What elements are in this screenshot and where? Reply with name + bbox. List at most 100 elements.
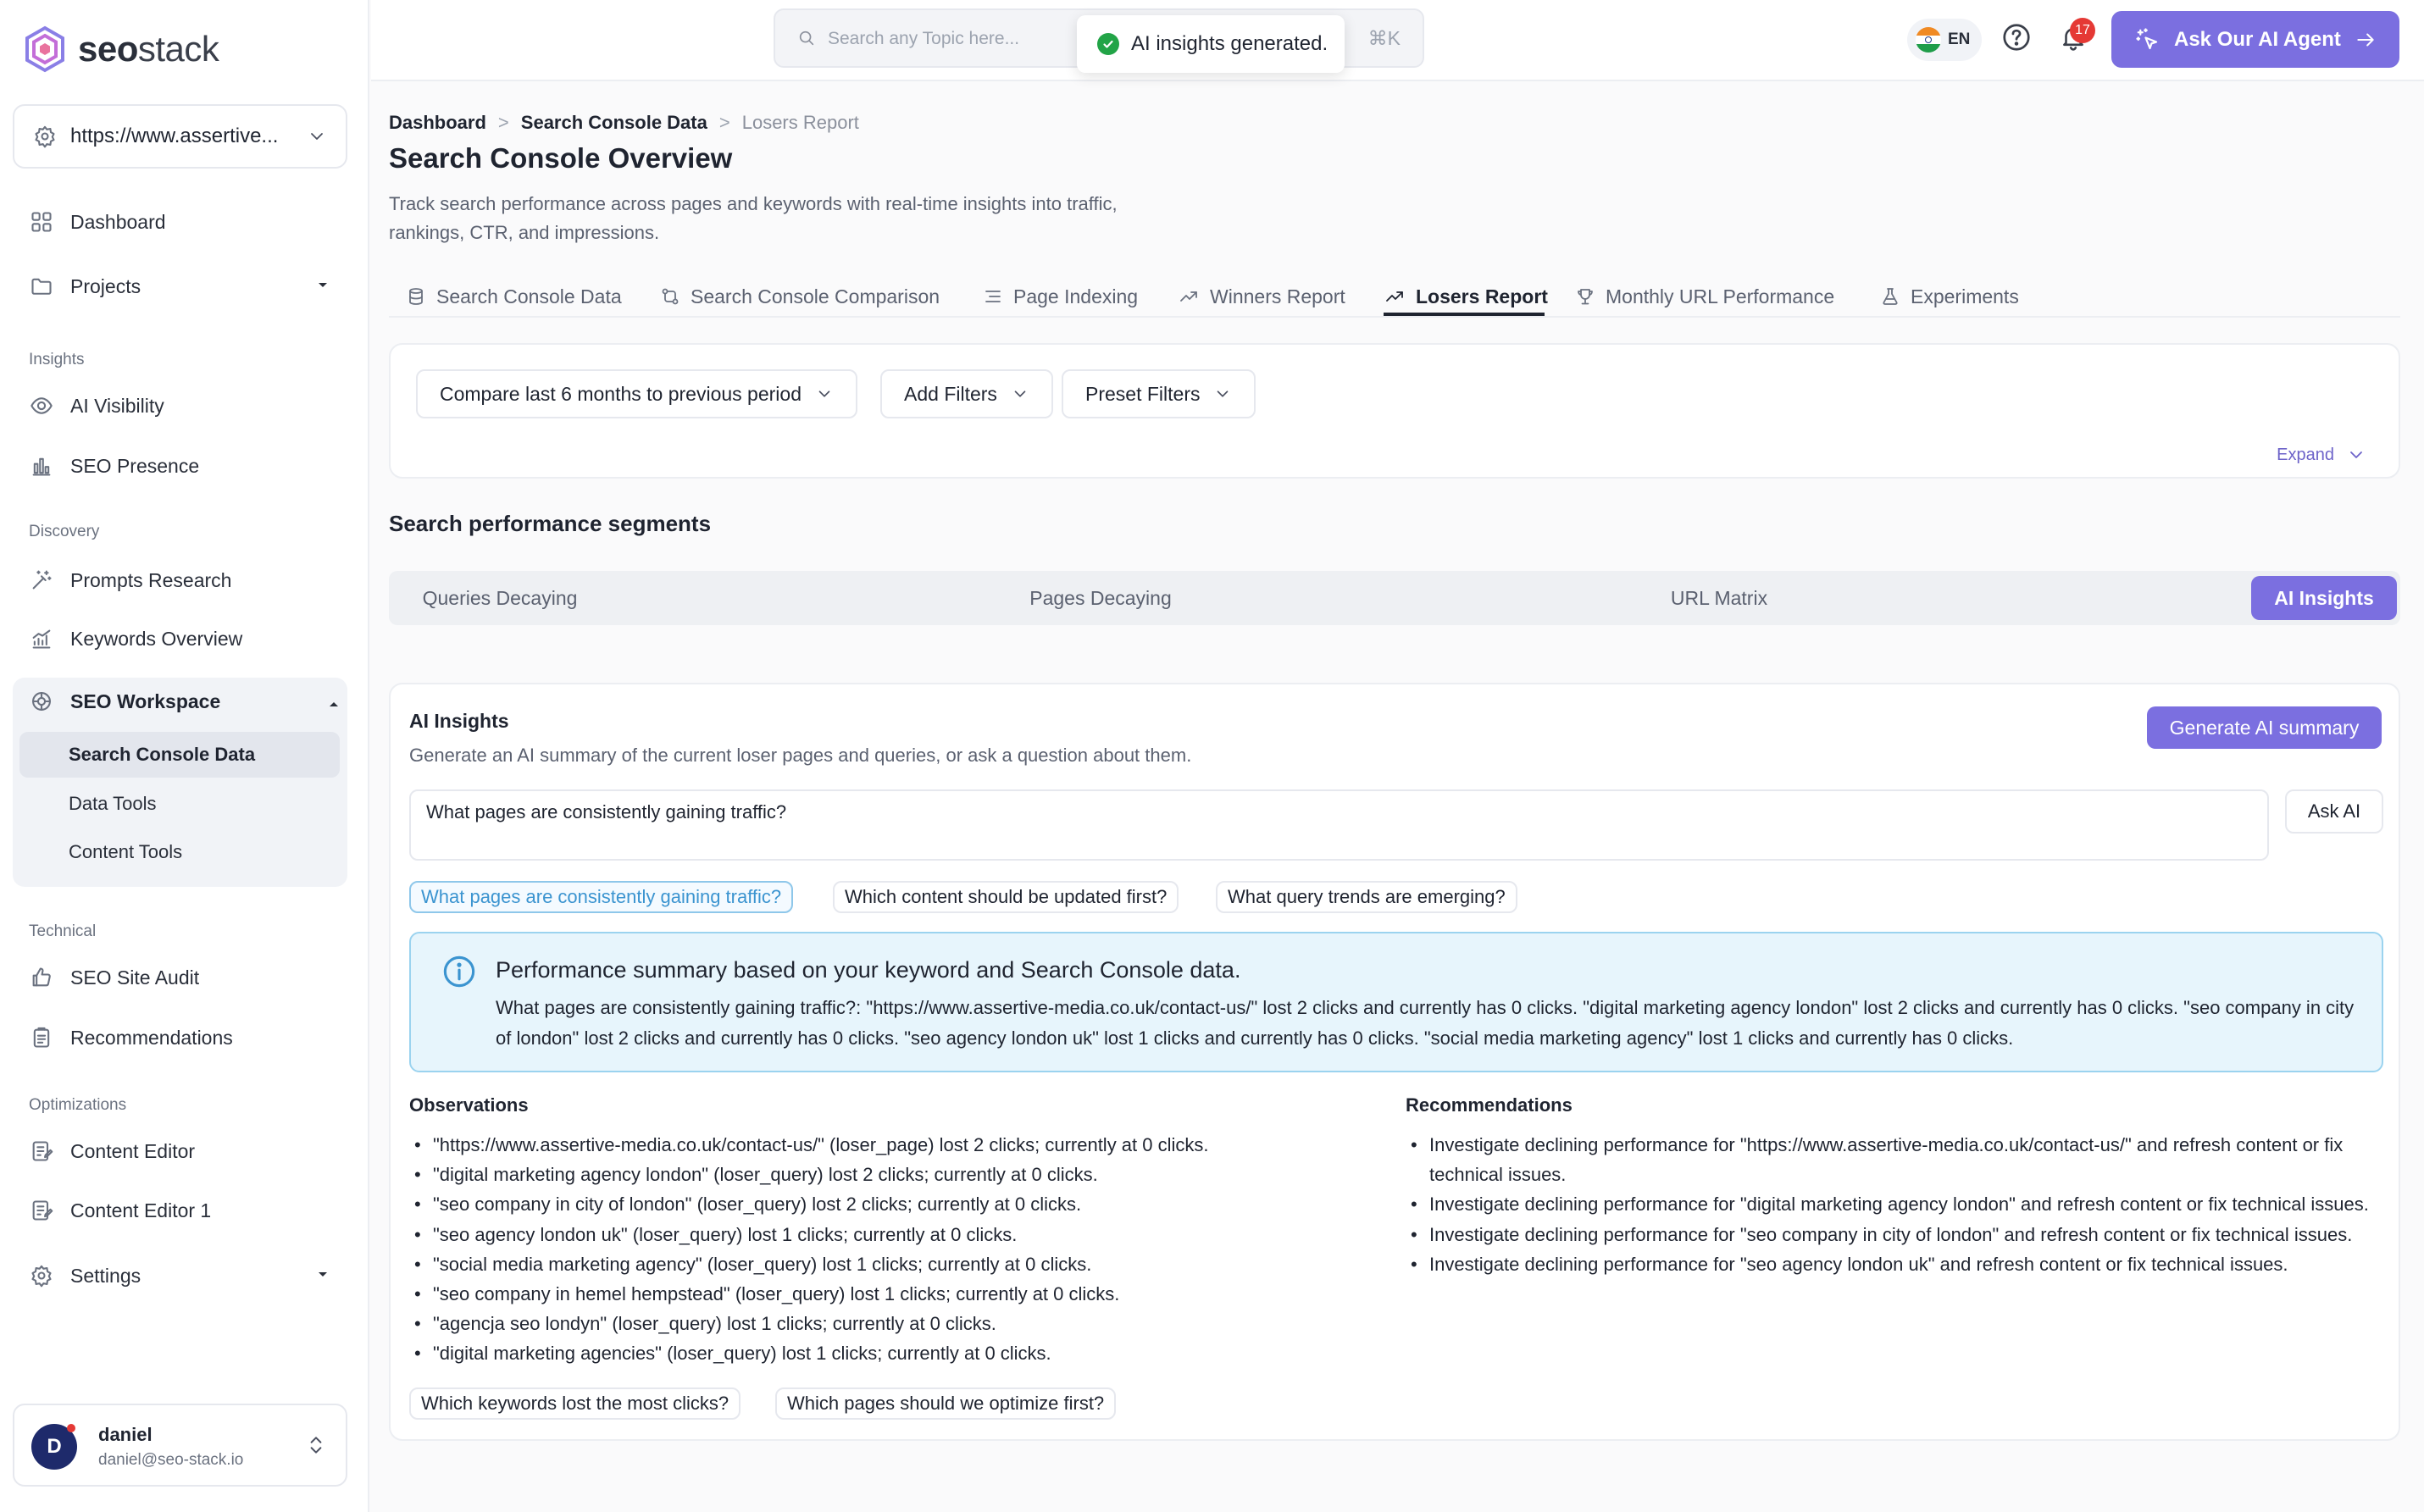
breadcrumb-separator-icon: > <box>497 112 509 133</box>
list-item: "seo company in city of london" (loser_q… <box>409 1189 1367 1219</box>
followup-chip[interactable]: Which pages should we optimize first? <box>775 1387 1117 1420</box>
suggestion-chip[interactable]: What pages are consistently gaining traf… <box>409 881 794 913</box>
sidebar-item-label: SEO Presence <box>70 454 200 477</box>
document-edit-icon <box>32 1200 53 1221</box>
sidebar-item-ai-visibility[interactable]: AI Visibility <box>13 382 347 429</box>
generate-ai-summary-button[interactable]: Generate AI summary <box>2147 706 2382 749</box>
compare-period-label: Compare last 6 months to previous period <box>440 382 802 405</box>
help-button[interactable] <box>2001 22 2032 53</box>
chevron-down-icon <box>1014 390 1026 397</box>
breadcrumb-search-console-data[interactable]: Search Console Data <box>521 112 707 134</box>
info-circle-icon <box>443 955 475 988</box>
filter-panel: Compare last 6 months to previous period… <box>389 343 2400 479</box>
tab-label: Experiments <box>1911 285 2019 307</box>
page-title: Search Console Overview <box>389 142 733 174</box>
ask-ai-button[interactable]: Ask AI <box>2285 789 2383 834</box>
ai-insights-panel: AI Insights Generate an AI summary of th… <box>389 683 2400 1441</box>
sidebar-item-label: Keywords Overview <box>70 627 243 650</box>
tab-search-console-data[interactable]: Search Console Data <box>406 280 622 313</box>
sparkle-cursor-icon <box>2136 27 2158 49</box>
segment-switcher: Queries Decaying Pages Decaying URL Matr… <box>389 571 2400 625</box>
logo-icon <box>25 25 64 73</box>
site-url: https://www.assertive... <box>70 125 279 147</box>
section-label-insights: Insights <box>29 351 85 368</box>
site-selector[interactable]: https://www.assertive... <box>13 104 347 169</box>
ai-insights-title: AI Insights <box>409 710 509 732</box>
eye-icon <box>31 397 53 414</box>
tab-search-console-comparison[interactable]: Search Console Comparison <box>660 280 940 313</box>
ai-question-input[interactable]: What pages are consistently gaining traf… <box>409 789 2269 861</box>
sidebar-item-dashboard[interactable]: Dashboard <box>13 198 347 246</box>
trending-up-icon <box>1180 291 1197 302</box>
recommendations-title: Recommendations <box>1406 1094 1573 1116</box>
add-filters-dropdown[interactable]: Add Filters <box>880 369 1053 418</box>
preset-filters-dropdown[interactable]: Preset Filters <box>1062 369 1256 418</box>
suggestion-chip[interactable]: Which content should be updated first? <box>833 881 1179 913</box>
observations-title: Observations <box>409 1094 529 1116</box>
workspace-gear-icon <box>32 692 51 711</box>
segment-pages-decaying[interactable]: Pages Decaying <box>973 571 1228 625</box>
tab-page-indexing[interactable]: Page Indexing <box>983 280 1138 313</box>
list-item: "agencja seo londyn" (loser_query) lost … <box>409 1309 1367 1338</box>
brand-name: seostack <box>78 29 219 69</box>
sidebar-item-projects[interactable]: Projects <box>13 263 347 310</box>
followup-chip[interactable]: Which keywords lost the most clicks? <box>409 1387 741 1420</box>
caret-down-icon <box>319 1272 327 1277</box>
expand-filters-toggle[interactable]: Expand <box>2277 445 2366 465</box>
sidebar-item-settings[interactable]: Settings <box>13 1252 347 1299</box>
breadcrumb-current: Losers Report <box>741 112 859 133</box>
sidebar-item-label: Projects <box>70 274 141 297</box>
trending-up-icon <box>1386 291 1403 302</box>
search-shortcut: ⌘K <box>1367 27 1401 49</box>
agent-button-label: Ask Our AI Agent <box>2174 27 2341 51</box>
compare-period-dropdown[interactable]: Compare last 6 months to previous period <box>416 369 857 418</box>
sidebar-subitem-content-tools[interactable]: Content Tools <box>19 829 340 875</box>
sidebar-item-content-editor-1[interactable]: Content Editor 1 <box>13 1187 347 1234</box>
seo-workspace-group: SEO Workspace Search Console Data Data T… <box>13 678 347 887</box>
arrow-right-icon <box>2357 33 2374 46</box>
language-switcher[interactable]: EN <box>1907 19 1982 61</box>
active-tab-indicator <box>1384 313 1545 316</box>
sidebar-item-keywords-overview[interactable]: Keywords Overview <box>13 615 347 662</box>
ask-ai-agent-button[interactable]: Ask Our AI Agent <box>2111 11 2399 68</box>
section-label-technical: Technical <box>29 922 97 940</box>
sidebar-subitem-search-console-data[interactable]: Search Console Data <box>19 732 340 778</box>
dashboard-grid-icon <box>31 212 52 232</box>
chevron-down-icon <box>311 133 323 140</box>
tab-experiments[interactable]: Experiments <box>1880 280 2019 313</box>
bar-chart-icon <box>32 457 51 476</box>
breadcrumb-dashboard[interactable]: Dashboard <box>389 112 486 134</box>
tab-label: Losers Report <box>1416 285 1548 307</box>
sidebar-item-recommendations[interactable]: Recommendations <box>13 1014 347 1061</box>
caret-up-icon <box>330 702 338 706</box>
preset-filters-label: Preset Filters <box>1085 382 1201 405</box>
sidebar-item-label: Recommendations <box>70 1026 233 1049</box>
performance-summary: Performance summary based on your keywor… <box>409 932 2383 1072</box>
trophy-icon <box>1578 289 1593 305</box>
sidebar-item-seo-workspace[interactable]: SEO Workspace <box>30 690 338 713</box>
list-item: "https://www.assertive-media.co.uk/conta… <box>409 1130 1367 1160</box>
sidebar-item-seo-site-audit[interactable]: SEO Site Audit <box>13 954 347 1001</box>
sidebar-item-label: Settings <box>70 1264 141 1287</box>
list-item: "social media marketing agency" (loser_q… <box>409 1249 1367 1279</box>
tab-winners-report[interactable]: Winners Report <box>1178 280 1345 313</box>
page-description: Track search performance across pages an… <box>389 193 1118 243</box>
sidebar-item-content-editor[interactable]: Content Editor <box>13 1127 347 1175</box>
sidebar-subitem-data-tools[interactable]: Data Tools <box>19 781 340 827</box>
brand-logo[interactable]: seostack <box>24 25 219 73</box>
expand-label: Expand <box>2277 445 2334 464</box>
suggestion-chip[interactable]: What query trends are emerging? <box>1216 881 1517 913</box>
gear-icon <box>35 125 55 148</box>
segment-queries-decaying[interactable]: Queries Decaying <box>389 571 611 625</box>
add-filters-label: Add Filters <box>904 382 997 405</box>
folder-icon <box>31 278 52 295</box>
tab-monthly-url-performance[interactable]: Monthly URL Performance <box>1575 280 1834 313</box>
tab-label: Monthly URL Performance <box>1606 285 1835 307</box>
sidebar-item-seo-presence[interactable]: SEO Presence <box>13 442 347 490</box>
user-menu[interactable]: D daniel daniel@seo-stack.io <box>13 1404 347 1487</box>
segment-url-matrix[interactable]: URL Matrix <box>1592 571 1846 625</box>
tab-losers-report[interactable]: Losers Report <box>1384 280 1548 313</box>
sidebar-item-prompts-research[interactable]: Prompts Research <box>13 557 347 604</box>
segment-ai-insights[interactable]: AI Insights <box>2251 576 2397 620</box>
list-item: Investigate declining performance for "d… <box>1406 1189 2388 1219</box>
